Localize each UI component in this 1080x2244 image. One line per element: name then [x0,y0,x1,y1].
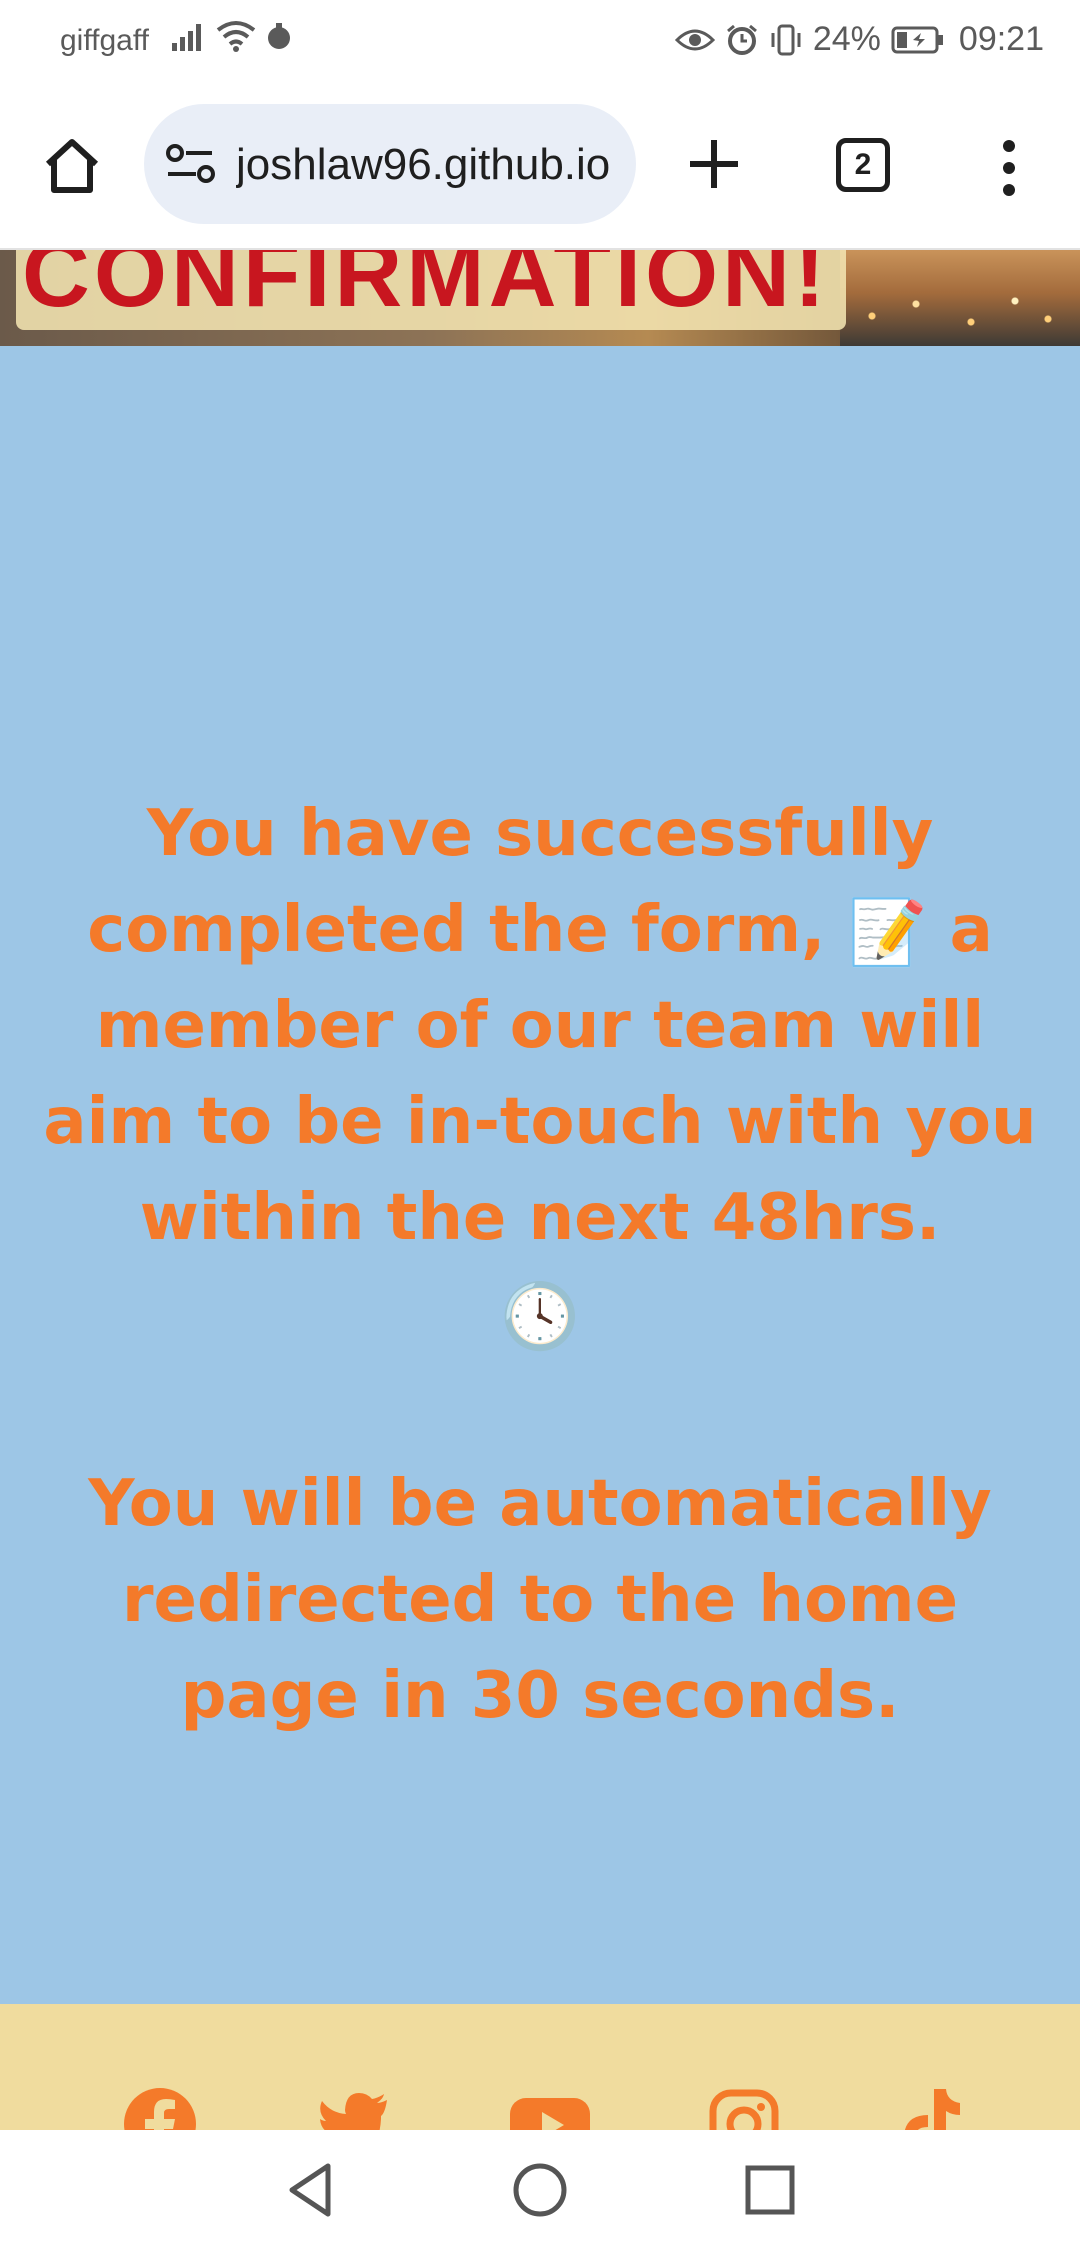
redirect-message: You will be automatically redirected to … [88,1467,992,1733]
hero-title-box: CONFIRMATION! [16,250,846,330]
twitter-link[interactable] [314,2084,394,2130]
facebook-icon [124,2088,196,2130]
youtube-icon [510,2098,590,2130]
site-settings-icon[interactable] [166,144,216,184]
address-bar[interactable]: joshlaw96.github.io [144,104,636,224]
notification-icon [268,23,290,49]
memo-icon: 📝 [847,896,928,971]
hero-banner: CONFIRMATION! [0,250,1080,346]
wifi-icon [216,21,256,52]
browser-toolbar: joshlaw96.github.io 2 [0,82,1080,250]
page-title: CONFIRMATION! [22,250,830,326]
url-text[interactable]: joshlaw96.github.io [236,140,626,190]
tab-count: 2 [854,148,872,181]
alarm-icon [726,24,757,55]
vibrate-icon [771,24,801,55]
youtube-link[interactable] [510,2084,590,2130]
tab-switcher-button[interactable]: 2 [836,138,890,192]
instagram-icon [709,2089,779,2130]
hero-city-lights [850,280,1070,340]
facebook-link[interactable] [120,2084,200,2130]
signal-icon [172,24,201,51]
overflow-menu-icon[interactable] [994,138,1024,198]
footer [0,2004,1080,2130]
system-nav-bar [0,2130,1080,2244]
home-nav-icon[interactable] [510,2160,570,2220]
tiktok-icon [904,2089,960,2130]
confirmation-text-1: You have successfully completed the form… [87,797,934,967]
clock-time: 09:21 [958,20,1044,58]
battery-percent: 24% [812,20,881,58]
back-icon[interactable] [280,2160,340,2220]
status-bar: giffgaff 24% 09:21 [0,0,1080,82]
twitter-icon [320,2093,387,2130]
tiktok-link[interactable] [892,2084,972,2130]
battery-icon [891,26,943,53]
main-content: You have successfully completed the form… [0,346,1080,2004]
instagram-link[interactable] [704,2084,784,2130]
home-icon[interactable] [40,134,104,198]
confirmation-message: You have successfully completed the form… [40,786,1040,1362]
eye-icon [674,29,715,50]
clock-icon: 🕓 [500,1280,580,1355]
carrier-label: giffgaff [60,24,149,57]
new-tab-icon[interactable] [684,134,744,194]
recents-icon[interactable] [740,2160,800,2220]
